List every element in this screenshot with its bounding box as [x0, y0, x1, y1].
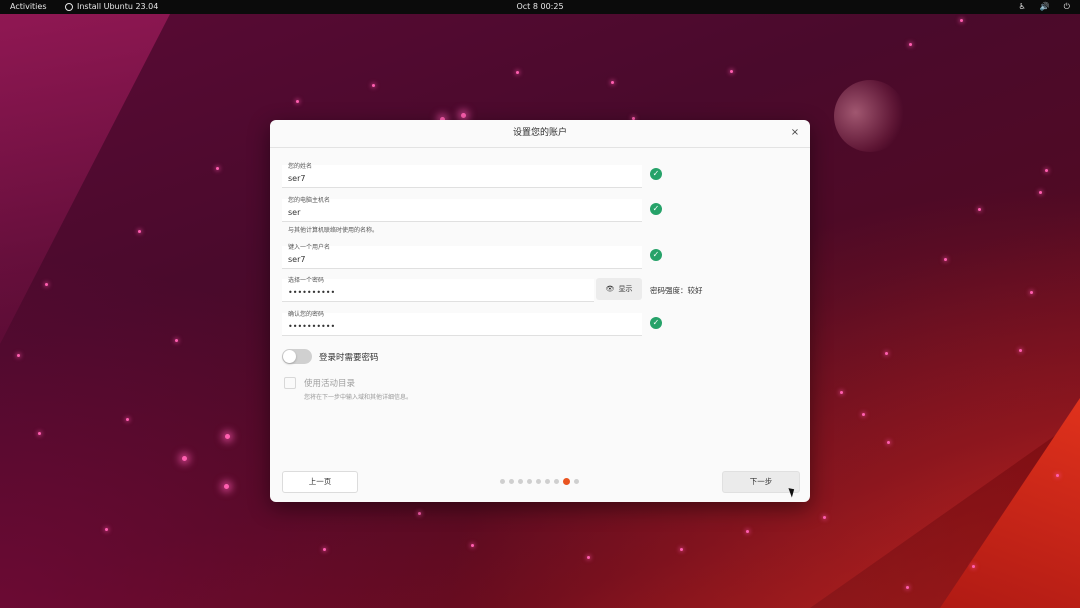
progress-dot — [509, 479, 514, 484]
dialog-header: 设置您的账户 — [270, 120, 810, 148]
progress-dot — [518, 479, 523, 484]
wallpaper-star — [944, 258, 947, 261]
toggle-knob — [283, 350, 296, 363]
wallpaper-star — [461, 113, 466, 118]
close-icon[interactable]: × — [788, 126, 802, 140]
active-directory-checkbox[interactable] — [284, 377, 296, 389]
wallpaper-star — [1019, 349, 1022, 352]
show-password-button[interactable]: 👁 显示 — [596, 278, 642, 300]
wallpaper-star — [17, 354, 20, 357]
wallpaper-star — [105, 528, 108, 531]
wallpaper-star — [138, 230, 141, 233]
confirm-password-label: 确认您的密码 — [288, 311, 325, 318]
hostname-hint: 与其他计算机联络时使用的名称。 — [288, 227, 379, 234]
wallpaper-star — [1030, 291, 1033, 294]
volume-icon[interactable]: 🔊 — [1040, 0, 1050, 14]
wallpaper-star — [175, 339, 178, 342]
name-check-circle-icon: ✓ — [650, 168, 662, 180]
confirm-check-circle-icon: ✓ — [650, 317, 662, 329]
username-field-label: 键入一个用户名 — [288, 244, 331, 251]
progress-dot — [527, 479, 532, 484]
wallpaper-star — [746, 530, 749, 533]
hostname-check-circle-icon: ✓ — [650, 203, 662, 215]
progress-dot — [554, 479, 559, 484]
wallpaper-star — [471, 544, 474, 547]
dialog-title: 设置您的账户 — [512, 128, 567, 138]
wallpaper-star — [1045, 169, 1048, 172]
wallpaper-star — [1056, 474, 1059, 477]
username-check-circle-icon: ✓ — [650, 249, 662, 261]
power-icon[interactable]: ⏻ — [1064, 0, 1070, 14]
clock[interactable]: Oct 8 00:25 — [0, 0, 1080, 14]
require-password-label: 登录时需要密码 — [319, 353, 379, 363]
password-strength: 密码强度：较好 — [650, 286, 703, 295]
wallpaper-star — [862, 413, 865, 416]
accessibility-icon[interactable]: ♿ — [1019, 0, 1026, 14]
hostname-input[interactable] — [288, 205, 628, 219]
desktop-background: Activities Install Ubuntu 23.04 Oct 8 00… — [0, 0, 1080, 608]
password-input[interactable] — [288, 285, 588, 299]
wallpaper-star — [224, 484, 229, 489]
wallpaper-star — [885, 352, 888, 355]
name-field[interactable]: 您的姓名 — [282, 163, 642, 188]
password-field[interactable]: 选择一个密码 — [282, 277, 594, 302]
wallpaper-star — [960, 19, 963, 22]
confirm-password-field[interactable]: 确认您的密码 — [282, 311, 642, 336]
wallpaper-star — [216, 167, 219, 170]
progress-dot — [545, 479, 550, 484]
confirm-password-input[interactable] — [288, 319, 628, 333]
progress-dot — [500, 479, 505, 484]
active-directory-label: 使用活动目录 — [304, 379, 356, 389]
active-directory-description: 您将在下一步中输入域和其他详细信息。 — [304, 394, 413, 401]
wallpaper-star — [840, 391, 843, 394]
wallpaper-star — [296, 100, 299, 103]
wallpaper-star — [909, 43, 912, 46]
username-input[interactable] — [288, 252, 628, 266]
wallpaper-star — [372, 84, 375, 87]
wallpaper-shard-left — [0, 14, 170, 344]
wallpaper-star — [225, 434, 230, 439]
wallpaper-star — [972, 565, 975, 568]
wallpaper-star — [45, 283, 48, 286]
setup-account-dialog: 设置您的账户 × 您的姓名 ✓ 您的电脑主机名 ✓ 与其他计算机联络时使用的名称… — [270, 120, 810, 502]
wallpaper-star — [418, 512, 421, 515]
progress-dot-current — [563, 478, 570, 485]
password-field-label: 选择一个密码 — [288, 277, 325, 284]
wallpaper-star — [887, 441, 890, 444]
wallpaper-star — [1039, 191, 1042, 194]
wallpaper-moon — [834, 80, 906, 152]
username-field[interactable]: 键入一个用户名 — [282, 244, 642, 269]
wallpaper-star — [611, 81, 614, 84]
show-password-label: 显示 — [618, 285, 633, 293]
wallpaper-star — [730, 70, 733, 73]
wallpaper-star — [516, 71, 519, 74]
wallpaper-star — [978, 208, 981, 211]
wallpaper-star — [323, 548, 326, 551]
require-password-toggle[interactable] — [282, 349, 312, 364]
wallpaper-star — [126, 418, 129, 421]
wallpaper-star — [587, 556, 590, 559]
top-bar: Activities Install Ubuntu 23.04 Oct 8 00… — [0, 0, 1080, 14]
hostname-field-label: 您的电脑主机名 — [288, 197, 331, 204]
name-input[interactable] — [288, 171, 628, 185]
hostname-field[interactable]: 您的电脑主机名 — [282, 197, 642, 222]
progress-dot — [536, 479, 541, 484]
wallpaper-star — [906, 586, 909, 589]
wallpaper-star — [182, 456, 187, 461]
progress-dot — [574, 479, 579, 484]
wallpaper-star — [38, 432, 41, 435]
eye-icon: 👁 — [605, 285, 615, 293]
wallpaper-star — [680, 548, 683, 551]
wallpaper-star — [823, 516, 826, 519]
previous-button[interactable]: 上一页 — [282, 471, 358, 493]
system-tray[interactable]: ♿ 🔊 ⏻ — [1019, 0, 1070, 14]
progress-dots — [500, 478, 579, 485]
name-field-label: 您的姓名 — [288, 163, 313, 170]
